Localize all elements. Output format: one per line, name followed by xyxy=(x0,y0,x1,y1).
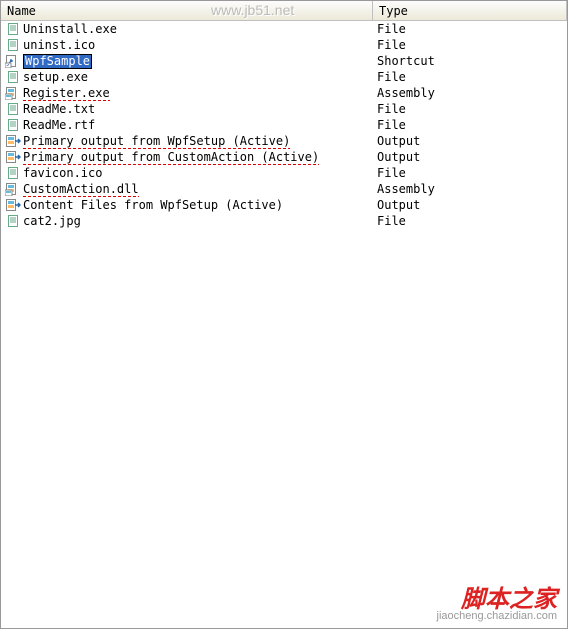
list-item[interactable]: setup.exe File xyxy=(1,69,567,85)
file-icon xyxy=(5,213,21,229)
column-header-type[interactable]: Type xyxy=(373,1,567,20)
list-item[interactable]: cat2.jpg File xyxy=(1,213,567,229)
item-name-text: Uninstall.exe xyxy=(23,22,117,36)
list-item[interactable]: Content Files from WpfSetup (Active) Outp… xyxy=(1,197,567,213)
output-icon xyxy=(5,133,21,149)
list-item[interactable]: ReadMe.txt File xyxy=(1,101,567,117)
assembly-icon xyxy=(5,181,21,197)
watermark-main: 脚本之家 xyxy=(437,579,557,614)
file-list[interactable]: Uninstall.exeFileuninst.icoFileWpfSample… xyxy=(1,21,567,229)
item-type: File xyxy=(373,166,406,180)
output-icon xyxy=(5,149,21,165)
file-icon xyxy=(5,165,21,181)
file-icon xyxy=(5,101,21,117)
item-type: File xyxy=(373,22,406,36)
list-item[interactable]: Uninstall.exe File xyxy=(1,21,567,37)
watermark-bottom: 脚本之家 jiaocheng.chazidian.com xyxy=(437,579,557,622)
item-type: Output xyxy=(373,198,420,212)
list-item[interactable]: favicon.ico File xyxy=(1,165,567,181)
column-header-name[interactable]: Name xyxy=(1,1,373,20)
item-name[interactable]: uninst.ico xyxy=(23,38,373,52)
item-name[interactable]: Content Files from WpfSetup (Active) xyxy=(23,198,373,212)
item-name-text: CustomAction.dll xyxy=(23,182,139,197)
item-name-text: setup.exe xyxy=(23,70,88,84)
item-name[interactable]: ReadMe.rtf xyxy=(23,118,373,132)
item-type: Shortcut xyxy=(373,54,435,68)
list-item[interactable]: Primary output from WpfSetup (Active) Out… xyxy=(1,133,567,149)
item-name[interactable]: ReadMe.txt xyxy=(23,102,373,116)
item-name-text: Content Files from WpfSetup (Active) xyxy=(23,198,283,212)
item-name[interactable]: favicon.ico xyxy=(23,166,373,180)
list-item[interactable]: ReadMe.rtf File xyxy=(1,117,567,133)
list-item[interactable]: uninst.ico File xyxy=(1,37,567,53)
item-name[interactable]: Register.exe xyxy=(23,86,373,101)
list-item[interactable]: Primary output from CustomAction (Active… xyxy=(1,149,567,165)
item-type: Output xyxy=(373,134,420,148)
item-type: Assembly xyxy=(373,182,435,196)
list-item[interactable]: Register.exe Assembly xyxy=(1,85,567,101)
item-name-text: Register.exe xyxy=(23,86,110,101)
item-name[interactable]: cat2.jpg xyxy=(23,214,373,228)
file-icon xyxy=(5,37,21,53)
file-icon xyxy=(5,21,21,37)
item-name-text: cat2.jpg xyxy=(23,214,81,228)
assembly-icon xyxy=(5,85,21,101)
item-name[interactable]: setup.exe xyxy=(23,70,373,84)
list-item[interactable]: CustomAction.dll Assembly xyxy=(1,181,567,197)
item-type: File xyxy=(373,118,406,132)
item-name-text: favicon.ico xyxy=(23,166,102,180)
item-name-text: uninst.ico xyxy=(23,38,95,52)
item-name-text: Primary output from WpfSetup (Active) xyxy=(23,134,290,149)
item-name[interactable]: Primary output from CustomAction (Active… xyxy=(23,150,373,165)
list-item[interactable]: WpfSample Shortcut xyxy=(1,53,567,69)
item-type: File xyxy=(373,102,406,116)
file-icon xyxy=(5,117,21,133)
item-type: File xyxy=(373,214,406,228)
item-name-text: Primary output from CustomAction (Active… xyxy=(23,150,319,165)
column-header-row: Name Type xyxy=(1,1,567,21)
item-name[interactable]: Primary output from WpfSetup (Active) xyxy=(23,134,373,149)
item-name[interactable]: Uninstall.exe xyxy=(23,22,373,36)
rename-input[interactable]: WpfSample xyxy=(23,54,92,69)
shortcut-icon xyxy=(5,53,21,69)
item-name-text: ReadMe.txt xyxy=(23,102,95,116)
item-name[interactable]: CustomAction.dll xyxy=(23,182,373,197)
watermark-sub: jiaocheng.chazidian.com xyxy=(437,610,557,622)
item-type: Assembly xyxy=(373,86,435,100)
item-type: File xyxy=(373,70,406,84)
item-type: File xyxy=(373,38,406,52)
item-type: Output xyxy=(373,150,420,164)
item-name[interactable]: WpfSample xyxy=(23,54,373,69)
file-icon xyxy=(5,69,21,85)
item-name-text: ReadMe.rtf xyxy=(23,118,95,132)
output-icon xyxy=(5,197,21,213)
